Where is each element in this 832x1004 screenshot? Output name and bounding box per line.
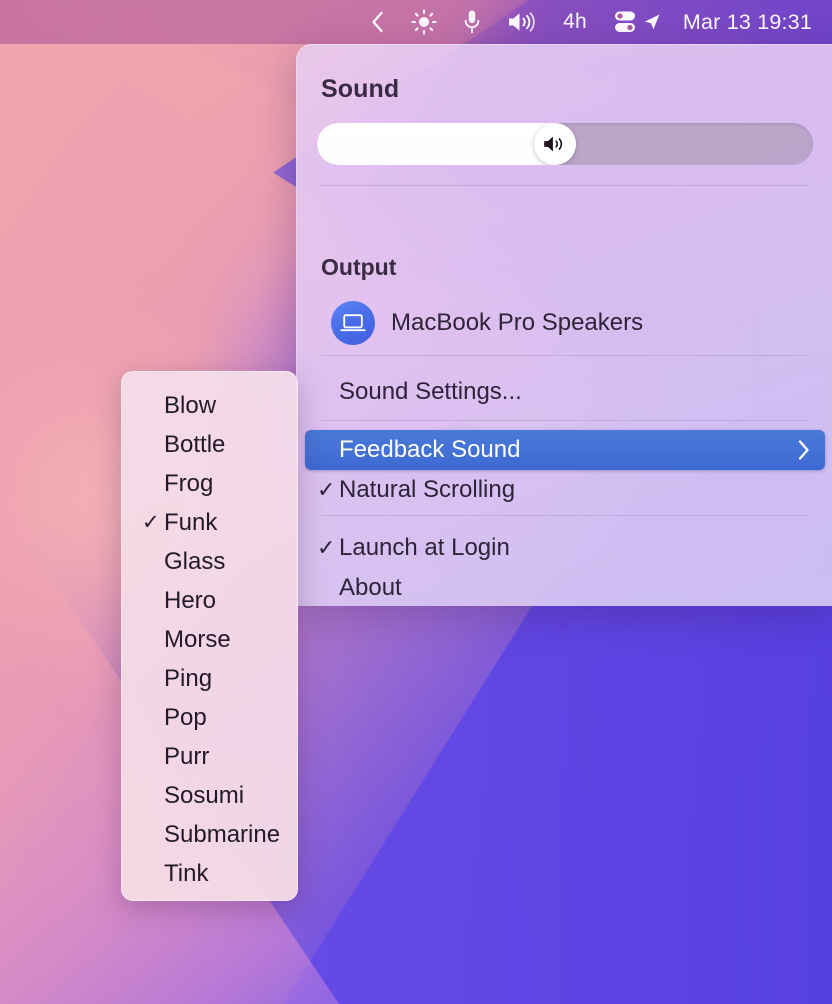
submenu-item-frog[interactable]: Frog [122, 464, 297, 503]
submenu-item-label: Ping [164, 664, 213, 692]
submenu-item-label: Pop [164, 703, 207, 731]
submenu-item-sosumi[interactable]: Sosumi [122, 776, 297, 815]
submenu-item-bottle[interactable]: Bottle [122, 425, 297, 464]
microphone-button[interactable] [450, 0, 494, 44]
submenu-item-purr[interactable]: Purr [122, 737, 297, 776]
submenu-item-blow[interactable]: Blow [122, 386, 297, 425]
submenu-item-funk[interactable]: ✓ Funk [122, 503, 297, 542]
submenu-item-label: Submarine [164, 820, 281, 848]
laptop-glyph [340, 314, 366, 332]
menu-item-label: Feedback Sound [339, 436, 521, 463]
chevron-left-icon [372, 11, 383, 33]
menu-item-feedback-sound[interactable]: Feedback Sound [305, 430, 825, 470]
checkmark-icon: ✓ [317, 535, 336, 560]
location-arrow-icon [644, 14, 660, 30]
control-center-icon [614, 11, 635, 32]
clock-label: Mar 13 19:31 [682, 9, 812, 34]
menu-item-label: Launch at Login [339, 534, 510, 561]
divider [321, 355, 809, 356]
volume-slider-knob[interactable] [534, 123, 577, 165]
menu-item-sound-settings[interactable]: Sound Settings... [305, 372, 825, 412]
menu-bar: 4h Mar 13 19:31 [0, 0, 832, 44]
submenu-item-label: Sosumi [164, 781, 245, 809]
feedback-sound-submenu: Blow Bottle Frog ✓ Funk Glass Hero Morse Ping Pop… [121, 371, 298, 901]
submenu-item-label: Bottle [164, 430, 226, 458]
checkmark-icon: ✓ [142, 511, 160, 534]
location-services-indicator [641, 0, 673, 44]
menu-item-label: About [339, 574, 402, 601]
brightness-button[interactable] [398, 0, 450, 44]
speaker-waves-icon [544, 136, 563, 152]
output-device-name: MacBook Pro Speakers [391, 309, 644, 336]
volume-slider-fill [317, 123, 556, 165]
menu-item-about[interactable]: About [305, 568, 825, 606]
checkmark-icon: ✓ [317, 477, 336, 502]
sound-control-center-panel: Sound Output MacBook Pro Speakers Sound … [296, 44, 832, 606]
divider [321, 185, 809, 186]
submenu-item-morse[interactable]: Morse [122, 620, 297, 659]
submenu-item-label: Blow [164, 391, 217, 419]
submenu-item-label: Hero [164, 586, 217, 614]
menu-item-launch-at-login[interactable]: ✓ Launch at Login [305, 528, 825, 568]
output-device-row[interactable]: MacBook Pro Speakers [321, 295, 809, 351]
macbook-icon [331, 301, 375, 345]
divider [321, 515, 809, 516]
submenu-item-label: Tink [164, 859, 209, 887]
divider [321, 420, 809, 421]
battery-time-remaining[interactable]: 4h [550, 0, 600, 44]
menu-item-natural-scrolling[interactable]: ✓ Natural Scrolling [305, 470, 825, 510]
submenu-item-submarine[interactable]: Submarine [122, 815, 297, 854]
submenu-item-label: Morse [164, 625, 231, 653]
chevron-right-icon [798, 440, 809, 460]
menu-item-label: Sound Settings... [339, 378, 522, 405]
submenu-item-label: Glass [164, 547, 226, 575]
page-title: Sound [321, 75, 400, 103]
microphone-icon [464, 10, 480, 34]
submenu-item-ping[interactable]: Ping [122, 659, 297, 698]
submenu-item-label: Frog [164, 469, 214, 497]
back-chevron-icon[interactable] [357, 0, 398, 44]
output-section-label: Output [321, 254, 397, 280]
volume-slider[interactable] [317, 123, 813, 165]
volume-menubar-button[interactable] [494, 0, 550, 44]
menu-item-label: Natural Scrolling [339, 476, 516, 503]
submenu-item-glass[interactable]: Glass [122, 542, 297, 581]
speaker-waves-icon [509, 12, 535, 32]
submenu-item-label: Funk [164, 508, 218, 536]
submenu-item-tink[interactable]: Tink [122, 854, 297, 893]
sun-icon [411, 9, 437, 35]
battery-time-label: 4h [563, 10, 587, 33]
menubar-clock[interactable]: Mar 13 19:31 [673, 0, 820, 44]
submenu-item-pop[interactable]: Pop [122, 698, 297, 737]
submenu-item-label: Purr [164, 742, 210, 770]
submenu-item-hero[interactable]: Hero [122, 581, 297, 620]
control-center-button[interactable] [600, 0, 641, 44]
